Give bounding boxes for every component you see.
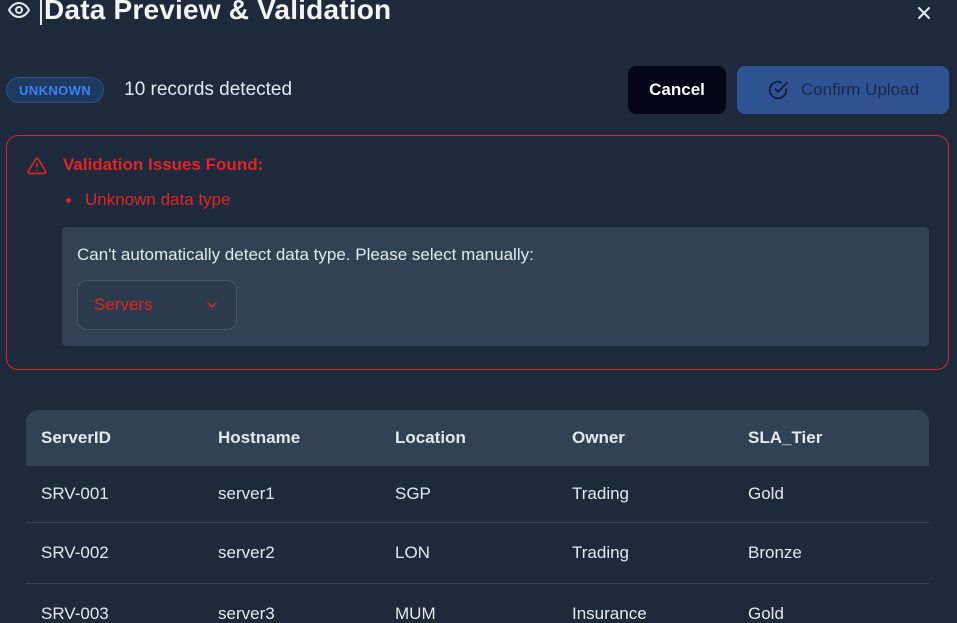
eye-icon: [6, 0, 32, 23]
table-cell: Gold: [733, 466, 929, 523]
data-type-select[interactable]: Servers: [77, 280, 237, 330]
records-count: 10 records detected: [124, 79, 293, 100]
action-buttons: Cancel Confirm Upload: [628, 66, 949, 114]
column-header: SLA_Tier: [748, 428, 823, 447]
table-header-row: ServerID Hostname Location Owner SLA_Tie…: [26, 410, 929, 466]
validation-alert: Validation Issues Found: Unknown data ty…: [6, 135, 949, 370]
data-type-select-value: Servers: [94, 295, 153, 314]
status-badge: UNKNOWN: [6, 77, 105, 103]
manual-select-panel: Can't automatically detect data type. Pl…: [62, 227, 929, 346]
table-cell: SRV-002: [26, 522, 203, 584]
issue-item: Unknown data type: [63, 190, 231, 210]
column-header: Location: [395, 428, 466, 447]
close-button[interactable]: [915, 4, 933, 22]
table-row: SRV-003 server3 MUM Insurance Gold: [26, 583, 929, 623]
table-cell: LON: [380, 522, 557, 584]
table-cell: SRV-001: [26, 466, 203, 523]
table-cell: MUM: [380, 583, 557, 623]
chevron-down-icon: [206, 298, 220, 312]
page-title: Data Preview & Validation: [44, 0, 392, 25]
table-cell: Bronze: [733, 522, 929, 584]
column-header: Owner: [572, 428, 625, 447]
modal-header: Data Preview & Validation: [6, 0, 391, 30]
warning-triangle-icon: [27, 156, 47, 176]
manual-select-text: Can't automatically detect data type. Pl…: [77, 245, 534, 264]
data-preview-table: ServerID Hostname Location Owner SLA_Tie…: [26, 410, 929, 623]
table-cell: Trading: [557, 466, 733, 523]
table-cell: server1: [203, 466, 380, 523]
status-row: UNKNOWN 10 records detected Cancel Confi…: [6, 66, 949, 114]
table-cell: Gold: [733, 583, 929, 623]
table-row: SRV-002 server2 LON Trading Bronze: [26, 522, 929, 584]
table-cell: Insurance: [557, 583, 733, 623]
table-row: SRV-001 server1 SGP Trading Gold: [26, 466, 929, 523]
issue-list: Unknown data type: [63, 190, 231, 210]
close-icon: [918, 7, 930, 19]
data-preview-modal: Data Preview & Validation UNKNOWN 10 rec…: [0, 0, 957, 623]
column-header: ServerID: [41, 428, 111, 447]
table-cell: server3: [203, 583, 380, 623]
column-header: Hostname: [218, 428, 301, 447]
text-cursor: [40, 0, 42, 25]
confirm-upload-label: Confirm Upload: [800, 80, 920, 99]
check-circle-icon: [768, 80, 789, 100]
table-cell: server2: [203, 522, 380, 584]
table-cell: Trading: [557, 522, 733, 584]
alert-title: Validation Issues Found:: [63, 155, 264, 174]
confirm-upload-button[interactable]: Confirm Upload: [737, 66, 949, 114]
table-cell: SGP: [380, 466, 557, 523]
table-cell: SRV-003: [26, 583, 203, 623]
cancel-button[interactable]: Cancel: [628, 66, 726, 114]
